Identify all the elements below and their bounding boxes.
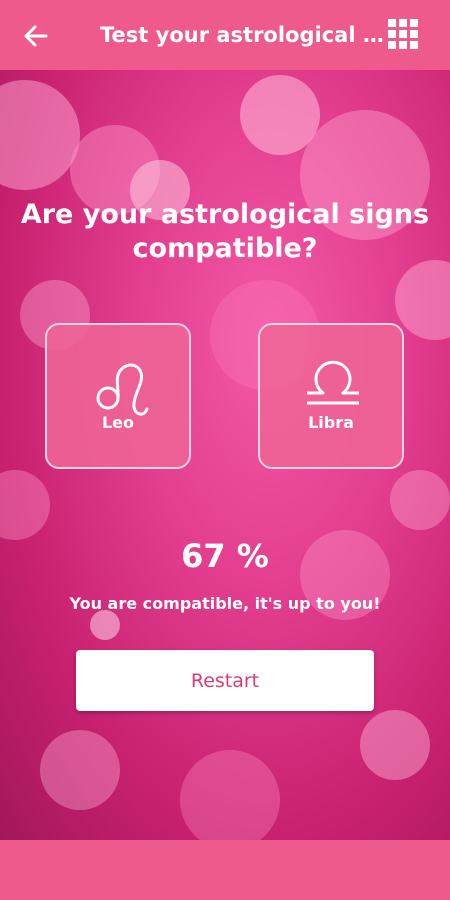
back-arrow-icon[interactable]	[20, 20, 52, 52]
bokeh-light	[0, 80, 80, 190]
bokeh-light	[180, 750, 280, 840]
page-title: Test your astrological signs compatibili…	[100, 23, 385, 47]
bokeh-light	[40, 730, 120, 810]
sign-card-libra[interactable]: Libra	[258, 323, 404, 469]
app-screen: Test your astrological signs compatibili…	[0, 0, 450, 900]
libra-symbol-icon	[307, 360, 359, 405]
app-header: Test your astrological signs compatibili…	[0, 0, 450, 70]
bokeh-light	[0, 470, 50, 540]
bottom-bar	[0, 840, 450, 900]
sign-label: Leo	[101, 413, 135, 432]
leo-symbol-icon	[96, 363, 149, 416]
bokeh-light	[360, 710, 430, 780]
sign-card-leo[interactable]: Leo	[45, 323, 191, 469]
sign-label: Libra	[308, 413, 354, 432]
bokeh-light	[390, 470, 450, 530]
compatibility-percent: 67 %	[181, 537, 269, 575]
compatibility-message: You are compatible, it's up to you!	[69, 594, 381, 613]
question-heading: Are your astrological signs compatible?	[20, 199, 430, 264]
grid-menu-icon[interactable]	[387, 18, 419, 50]
restart-button[interactable]: Restart	[76, 650, 374, 711]
